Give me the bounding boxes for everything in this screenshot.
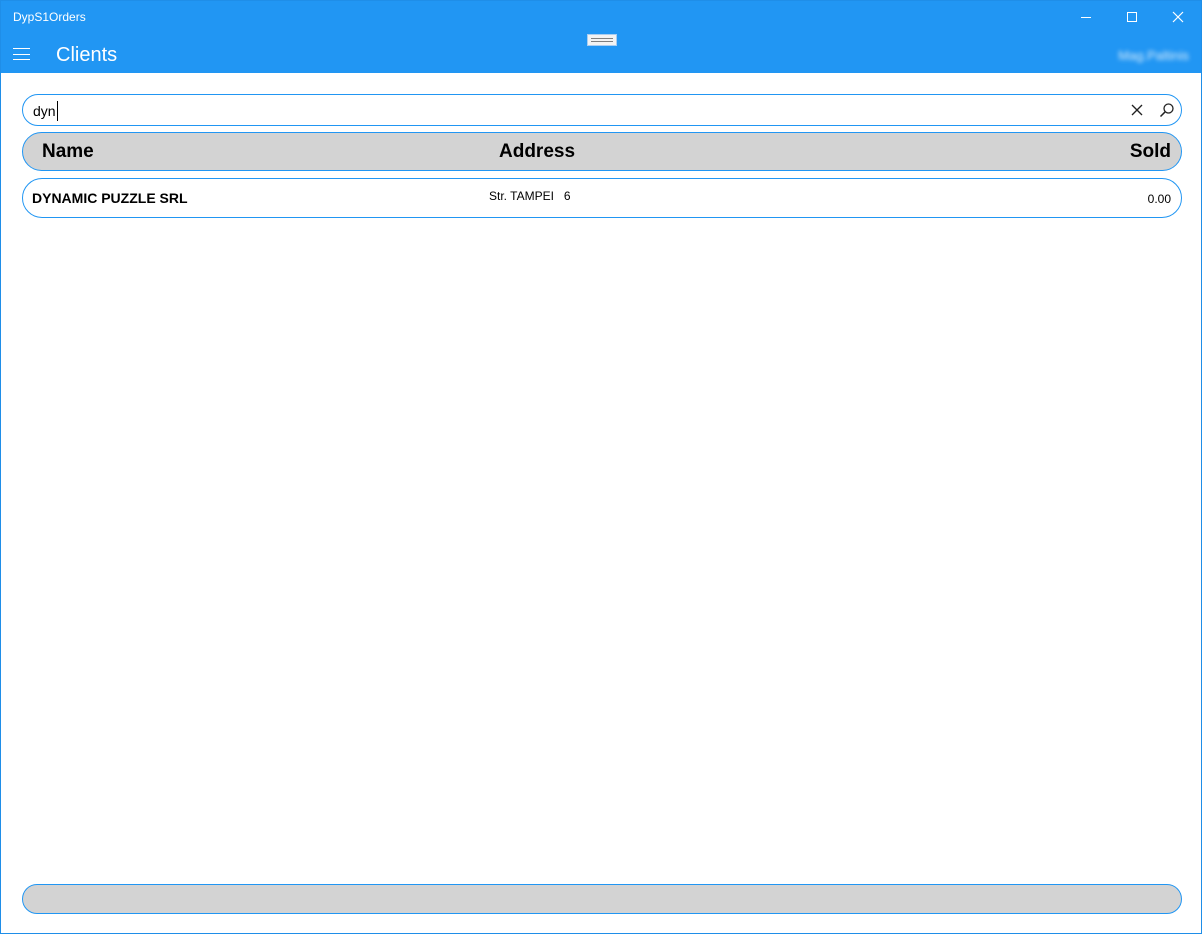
hamburger-line	[13, 48, 30, 49]
close-icon	[1172, 11, 1184, 23]
hamburger-line	[13, 53, 30, 55]
column-header-address[interactable]: Address	[499, 141, 575, 163]
client-address: Str. TAMPEI 6	[489, 189, 571, 203]
maximize-icon	[1127, 12, 1137, 22]
page-title: Clients	[56, 44, 118, 66]
hamburger-line	[13, 59, 30, 60]
client-sold: 0.00	[1147, 192, 1171, 206]
search-box: dyn	[22, 94, 1182, 126]
search-icon	[1159, 103, 1174, 118]
minimize-icon	[1081, 16, 1091, 18]
app-header: DypS1Orders Clients Mag.Paltinis	[1, 1, 1201, 73]
drag-handle[interactable]	[587, 34, 617, 46]
table-header: Name Address Sold	[22, 132, 1182, 171]
close-icon	[1131, 104, 1143, 116]
drag-handle-line	[591, 38, 613, 39]
table-row[interactable]: DYNAMIC PUZZLE SRL Str. TAMPEI 6 0.00	[22, 178, 1182, 218]
clear-search-button[interactable]	[1127, 100, 1147, 120]
minimize-button[interactable]	[1063, 1, 1109, 33]
maximize-button[interactable]	[1109, 1, 1155, 33]
footer-bar	[22, 884, 1182, 914]
search-input[interactable]: dyn	[33, 101, 58, 121]
close-window-button[interactable]	[1155, 1, 1201, 33]
search-button[interactable]	[1157, 100, 1177, 120]
user-name: Mag.Paltinis	[1118, 48, 1189, 63]
drag-handle-line	[591, 41, 613, 42]
column-header-name[interactable]: Name	[42, 141, 94, 163]
window-title: DypS1Orders	[13, 10, 86, 24]
column-header-sold[interactable]: Sold	[1130, 141, 1171, 163]
client-name: DYNAMIC PUZZLE SRL	[32, 190, 188, 206]
hamburger-menu-icon[interactable]	[12, 47, 32, 61]
